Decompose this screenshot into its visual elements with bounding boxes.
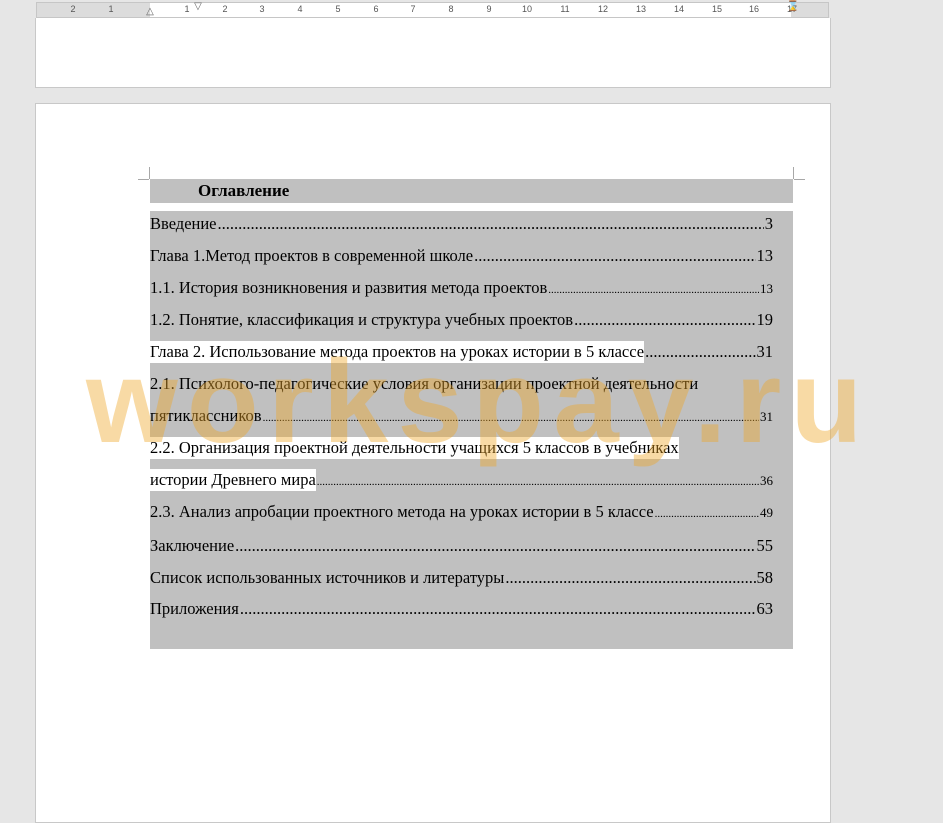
ruler-number: 15	[711, 4, 723, 14]
toc-entry-page: 13	[756, 246, 774, 265]
toc-entry[interactable]: Список использованных источников и литер…	[150, 567, 773, 589]
ruler-number: 6	[373, 4, 379, 14]
toc-entry-page: 63	[756, 599, 774, 618]
toc-entry[interactable]: 1.2. Понятие, классификация и структура …	[150, 309, 773, 331]
toc-entry[interactable]: 1.1. История возникновения и развития ме…	[150, 277, 773, 299]
table-of-contents[interactable]: Оглавление Введение 3 Глава 1.Метод прое…	[150, 179, 793, 649]
toc-leader-dots	[574, 309, 755, 331]
ruler-number: 14	[673, 4, 685, 14]
toc-entry[interactable]: Глава 1.Метод проектов в современной шко…	[150, 245, 773, 267]
crop-mark	[138, 179, 149, 180]
ruler-number: 3	[259, 4, 265, 14]
previous-page	[35, 18, 831, 88]
toc-entry-page: 36	[760, 473, 773, 488]
ruler-number: 10	[521, 4, 533, 14]
toc-entry-page: 49	[760, 505, 773, 520]
toc-entry-text: 1.2. Понятие, классификация и структура …	[150, 310, 574, 329]
ruler-number: 1	[184, 4, 190, 14]
toc-leader-dots	[218, 213, 764, 235]
ruler-number: 12	[597, 4, 609, 14]
toc-entry-page: 58	[756, 568, 774, 587]
toc-entry-page: 3	[764, 214, 773, 233]
crop-mark	[793, 167, 794, 179]
first-line-indent-marker[interactable]: ▽	[194, 2, 202, 12]
toc-entry-text: пятиклассников	[150, 406, 262, 425]
toc-entry-text: 2.1. Психолого-педагогические условия ор…	[150, 374, 699, 393]
left-indent-marker[interactable]: △	[146, 7, 154, 17]
ruler-number: 1	[108, 4, 114, 14]
toc-entry-page: 55	[756, 536, 774, 555]
toc-entry[interactable]: Приложения 63	[150, 598, 773, 620]
ruler-number: 13	[635, 4, 647, 14]
ruler-number: 7	[410, 4, 416, 14]
ruler-number: 2	[70, 4, 76, 14]
toc-entry-text: 2.3. Анализ апробации проектного метода …	[150, 502, 654, 521]
toc-leader-dots	[655, 503, 759, 525]
ruler-number: 4	[297, 4, 303, 14]
toc-entry[interactable]: 2.3. Анализ апробации проектного метода …	[150, 501, 773, 523]
toc-entry[interactable]: Заключение 55	[150, 535, 773, 557]
toc-entry-text: Введение	[150, 214, 217, 233]
horizontal-ruler[interactable]: 2 1 1 2 3 4 5 6 7 8 9 10 11 12 13 14 15 …	[36, 2, 829, 18]
toc-entry-text: 1.1. История возникновения и развития ме…	[150, 278, 548, 297]
crop-mark	[794, 179, 805, 180]
toc-entry-text: Заключение	[150, 536, 235, 555]
toc-entry-text: Приложения	[150, 599, 239, 618]
toc-entry[interactable]: Глава 2. Использование метода проектов н…	[150, 341, 773, 363]
toc-entry[interactable]: 2.1. Психолого-педагогические условия ор…	[150, 373, 790, 395]
toc-leader-dots	[240, 598, 756, 620]
toc-leader-dots	[548, 279, 759, 301]
toc-entry-text: 2.2. Организация проектной деятельности …	[150, 437, 679, 459]
ruler-number: 9	[486, 4, 492, 14]
toc-leader-dots	[263, 407, 759, 429]
toc-entry-continuation[interactable]: пятиклассников 31	[150, 405, 773, 427]
toc-entry-text: Глава 2. Использование метода проектов н…	[150, 341, 645, 363]
toc-entry[interactable]: 2.2. Организация проектной деятельности …	[150, 437, 790, 459]
right-indent-marker[interactable]: ⌛	[787, 2, 799, 12]
toc-entry[interactable]: Введение 3	[150, 213, 773, 235]
crop-mark	[149, 167, 150, 179]
toc-leader-dots	[317, 471, 759, 493]
toc-entry-page: 31	[760, 409, 773, 424]
toc-entry-page: 13	[760, 281, 773, 296]
toc-leader-dots	[505, 567, 755, 589]
toc-leader-dots	[645, 341, 755, 363]
ruler-left-margin	[37, 3, 150, 17]
ruler-number: 11	[560, 4, 570, 14]
toc-leader-dots	[235, 535, 755, 557]
ruler-number: 16	[748, 4, 760, 14]
toc-entry-page: 31	[756, 342, 774, 361]
toc-entry-text: Список использованных источников и литер…	[150, 568, 505, 587]
ruler-number: 5	[335, 4, 341, 14]
toc-leader-dots	[474, 245, 755, 267]
toc-entry-continuation[interactable]: истории Древнего мира 36	[150, 469, 773, 491]
toc-entry-page: 19	[756, 310, 774, 329]
toc-entry-text: Глава 1.Метод проектов в современной шко…	[150, 246, 474, 265]
toc-title: Оглавление	[198, 181, 290, 200]
ruler-number: 2	[222, 4, 228, 14]
ruler-number: 8	[448, 4, 454, 14]
toc-title-spacing	[150, 203, 793, 211]
toc-entry-text: истории Древнего мира	[150, 469, 316, 491]
